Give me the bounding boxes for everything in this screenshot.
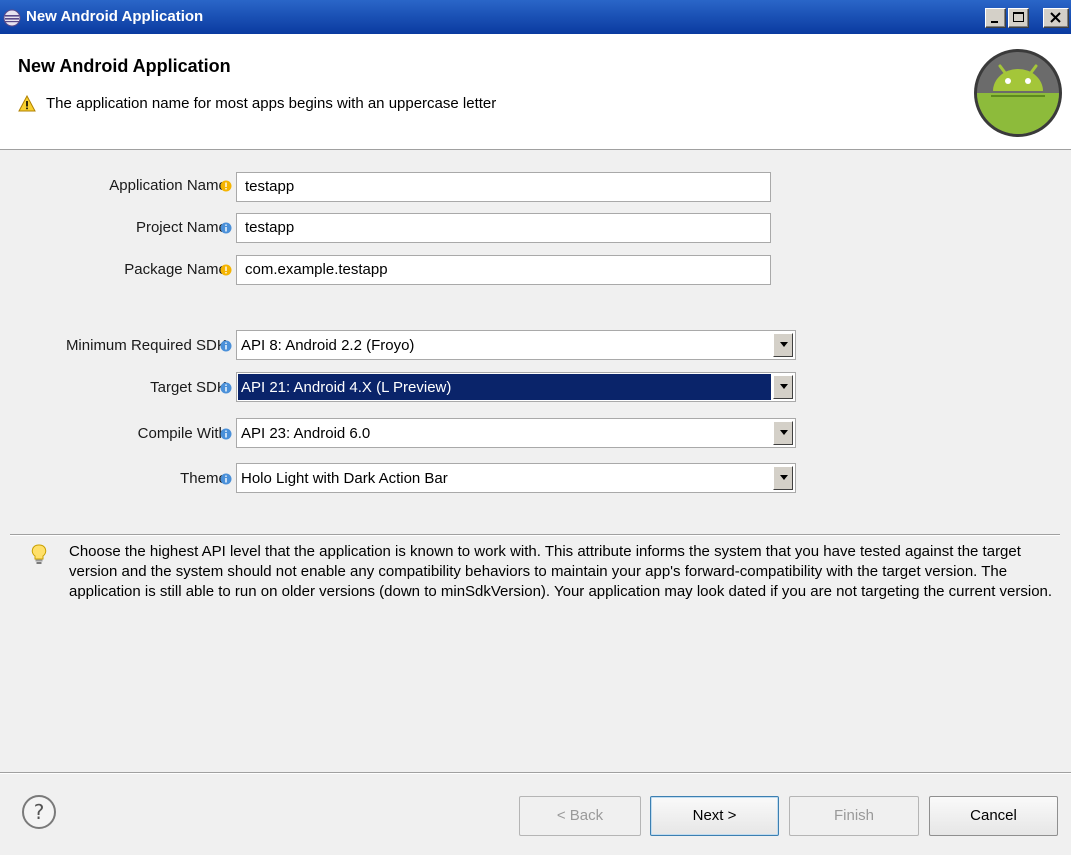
warning-icon <box>18 95 36 112</box>
window-titlebar[interactable]: New Android Application <box>0 0 1071 34</box>
compile-with-label: Compile With: <box>137 425 231 442</box>
info-icon <box>220 340 232 352</box>
chevron-down-icon <box>780 475 788 480</box>
info-icon <box>220 222 232 234</box>
dropdown-arrow-button[interactable] <box>773 375 793 399</box>
warning-icon <box>220 180 232 192</box>
close-button[interactable] <box>1043 8 1069 28</box>
android-logo-icon <box>974 49 1062 137</box>
min-sdk-value: API 8: Android 2.2 (Froyo) <box>241 337 415 354</box>
compile-with-dropdown[interactable]: API 23: Android 6.0 <box>236 418 796 448</box>
footer-separator <box>0 772 1071 774</box>
package-name-field[interactable]: com.example.testapp <box>236 255 771 285</box>
min-sdk-dropdown[interactable]: API 8: Android 2.2 (Froyo) <box>236 330 796 360</box>
cancel-button[interactable]: Cancel <box>929 796 1058 836</box>
target-sdk-label: Target SDK: <box>150 379 231 396</box>
lightbulb-icon <box>31 544 47 564</box>
help-description: Choose the highest API level that the ap… <box>69 543 1053 600</box>
warning-icon <box>220 264 232 276</box>
dropdown-arrow-button[interactable] <box>773 421 793 445</box>
close-icon <box>1050 12 1061 23</box>
target-sdk-value: API 21: Android 4.X (L Preview) <box>241 379 452 396</box>
maximize-button[interactable] <box>1008 8 1029 28</box>
project-name-field[interactable]: testapp <box>236 213 771 243</box>
min-sdk-label: Minimum Required SDK: <box>65 337 231 354</box>
compile-with-value: API 23: Android 6.0 <box>241 425 371 442</box>
separator <box>10 534 1060 536</box>
next-button[interactable]: Next > <box>650 796 779 836</box>
info-icon <box>220 473 232 485</box>
minimize-icon <box>991 21 998 23</box>
application-name-label: Application Name: <box>109 177 231 194</box>
back-button[interactable]: < Back <box>519 796 641 836</box>
chevron-down-icon <box>780 430 788 435</box>
svg-text:?: ? <box>34 800 45 824</box>
dropdown-arrow-button[interactable] <box>773 466 793 490</box>
help-icon[interactable]: ? <box>21 794 57 830</box>
eclipse-icon <box>3 9 21 27</box>
project-name-label: Project Name: <box>135 219 231 236</box>
header-message: The application name for most apps begin… <box>46 95 497 112</box>
wizard-header: New Android Application The application … <box>0 34 1071 150</box>
package-name-label: Package Name: <box>124 261 231 278</box>
chevron-down-icon <box>780 342 788 347</box>
minimize-button[interactable] <box>985 8 1006 28</box>
maximize-icon <box>1013 12 1024 22</box>
theme-value: Holo Light with Dark Action Bar <box>241 470 448 487</box>
theme-dropdown[interactable]: Holo Light with Dark Action Bar <box>236 463 796 493</box>
info-icon <box>220 382 232 394</box>
page-title: New Android Application <box>18 56 231 76</box>
chevron-down-icon <box>780 384 788 389</box>
application-name-field[interactable]: testapp <box>236 172 771 202</box>
dropdown-arrow-button[interactable] <box>773 333 793 357</box>
finish-button[interactable]: Finish <box>789 796 919 836</box>
window-title: New Android Application <box>26 8 204 25</box>
target-sdk-dropdown[interactable]: API 21: Android 4.X (L Preview) <box>236 372 796 402</box>
info-icon <box>220 428 232 440</box>
